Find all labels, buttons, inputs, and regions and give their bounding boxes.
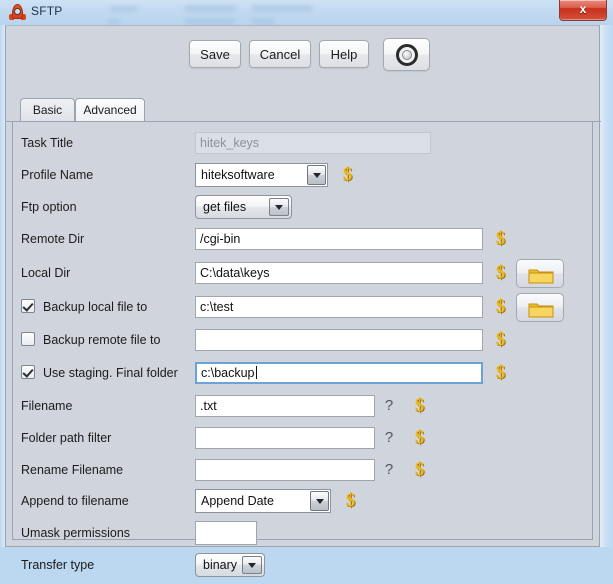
row-filename: Filename .txt ? $ (13, 391, 594, 425)
tab-advanced[interactable]: Advanced (75, 98, 145, 121)
title-bar[interactable]: SFTP x (0, 0, 613, 25)
help-question-icon[interactable]: ? (383, 460, 395, 480)
save-button[interactable]: Save (189, 40, 241, 68)
task-title-label: Task Title (21, 136, 74, 150)
toolbar: Save Cancel Help (6, 32, 601, 80)
rename-filename-label: Rename Filename (21, 463, 124, 477)
ftp-option-value: get files (203, 200, 247, 214)
folder-path-filter-label: Folder path filter (21, 431, 112, 445)
row-ftp-option: Ftp option get files (13, 192, 594, 226)
dollar-icon[interactable]: $ (412, 459, 427, 481)
use-staging-value: c:\backup (201, 366, 255, 380)
profile-name-label: Profile Name (21, 168, 94, 182)
backup-local-checkbox[interactable] (21, 299, 35, 313)
basic-form-panel: Task Title hitek_keys Profile Name hitek… (12, 122, 594, 577)
help-button[interactable]: Help (319, 40, 369, 68)
folder-path-filter-field[interactable] (195, 427, 375, 449)
rocket-icon (9, 4, 26, 21)
filename-label: Filename (21, 399, 73, 413)
window-title: SFTP (31, 4, 63, 18)
use-staging-field[interactable]: c:\backup (195, 362, 483, 384)
dollar-icon[interactable]: $ (493, 362, 508, 384)
backup-local-browse-button[interactable] (516, 293, 564, 322)
folder-icon (528, 269, 554, 284)
local-dir-field[interactable]: C:\data\keys (195, 262, 483, 284)
dollar-icon[interactable]: $ (412, 395, 427, 417)
close-button[interactable]: x (559, 0, 607, 21)
dollar-icon[interactable]: $ (493, 228, 508, 250)
backup-remote-label: Backup remote file to (43, 333, 161, 347)
local-dir-label: Local Dir (21, 266, 71, 280)
profile-name-combo[interactable]: hiteksoftware (195, 163, 328, 187)
ftp-option-combo[interactable]: get files (195, 195, 292, 219)
dollar-icon[interactable]: $ (493, 296, 508, 318)
target-wheel-icon (395, 43, 418, 66)
ftp-option-label: Ftp option (21, 200, 77, 214)
backup-local-label: Backup local file to (43, 300, 148, 314)
filename-field[interactable]: .txt (195, 395, 375, 417)
append-to-filename-combo[interactable]: Append Date (195, 489, 331, 513)
dollar-icon[interactable]: $ (493, 329, 508, 351)
append-to-filename-value: Append Date (201, 494, 274, 508)
use-staging-label: Use staging. Final folder (43, 366, 178, 380)
settings-target-button[interactable] (383, 38, 430, 71)
tab-strip: Basic Advanced (6, 98, 601, 122)
row-task-title: Task Title hitek_keys (13, 128, 594, 162)
cancel-button[interactable]: Cancel (249, 40, 311, 68)
transfer-type-combo[interactable]: binary (195, 553, 265, 577)
sftp-window: SFTP x Save Cancel Help Basic Advanced T… (0, 0, 613, 577)
backup-remote-field[interactable] (195, 329, 483, 351)
folder-icon (528, 303, 554, 318)
dollar-icon[interactable]: $ (340, 164, 355, 186)
help-question-icon[interactable]: ? (383, 428, 395, 448)
umask-permissions-label: Umask permissions (21, 526, 131, 540)
row-backup-local: Backup local file to c:\test $ (13, 292, 594, 326)
row-backup-remote: Backup remote file to $ (13, 325, 594, 359)
window-frame-right (600, 25, 613, 551)
transfer-type-label: Transfer type (21, 558, 95, 572)
dollar-icon[interactable]: $ (412, 427, 427, 449)
text-caret (255, 366, 257, 379)
help-question-icon[interactable]: ? (383, 396, 395, 416)
umask-permissions-field[interactable] (195, 521, 257, 545)
remote-dir-label: Remote Dir (21, 232, 85, 246)
row-folder-path-filter: Folder path filter ? $ (13, 423, 594, 457)
profile-name-value: hiteksoftware (201, 168, 275, 182)
append-to-filename-label: Append to filename (21, 494, 129, 508)
row-append-to-filename: Append to filename Append Date $ (13, 486, 594, 520)
row-remote-dir: Remote Dir /cgi-bin $ (13, 224, 594, 258)
local-dir-browse-button[interactable] (516, 259, 564, 288)
chevron-down-icon[interactable] (307, 165, 326, 185)
remote-dir-field[interactable]: /cgi-bin (195, 228, 483, 250)
chevron-down-icon[interactable] (269, 198, 289, 216)
row-profile-name: Profile Name hiteksoftware $ (13, 160, 594, 194)
dollar-icon[interactable]: $ (493, 262, 508, 284)
row-rename-filename: Rename Filename ? $ (13, 455, 594, 489)
chevron-down-icon[interactable] (310, 491, 329, 511)
tab-basic[interactable]: Basic (20, 98, 75, 121)
use-staging-checkbox[interactable] (21, 365, 35, 379)
row-umask-permissions: Umask permissions (13, 518, 594, 552)
backup-local-field[interactable]: c:\test (195, 296, 483, 318)
task-title-field: hitek_keys (195, 132, 431, 154)
client-area: Save Cancel Help Basic Advanced Task Tit… (5, 25, 601, 577)
backup-remote-checkbox[interactable] (21, 332, 35, 346)
row-use-staging: Use staging. Final folder c:\backup $ (13, 358, 594, 392)
chevron-down-icon[interactable] (242, 556, 262, 574)
transfer-type-value: binary (203, 558, 238, 572)
row-local-dir: Local Dir C:\data\keys $ (13, 258, 594, 292)
dollar-icon[interactable]: $ (343, 490, 358, 512)
row-transfer-type: Transfer type binary (13, 550, 594, 584)
rename-filename-field[interactable] (195, 459, 375, 481)
